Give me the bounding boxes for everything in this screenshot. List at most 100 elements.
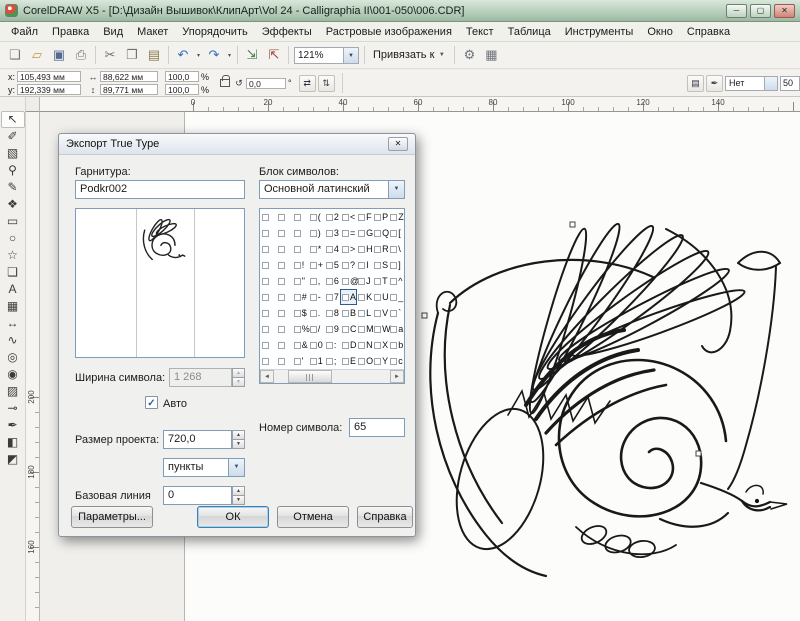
edge-clipped-field[interactable]: 50 (780, 76, 800, 91)
char-cell[interactable]: ' (292, 353, 308, 369)
zoom-tool-icon[interactable]: ⚲ (1, 162, 25, 179)
snap-to-dropdown[interactable]: Привязать к▼ (368, 47, 451, 63)
scroll-right-icon[interactable] (390, 370, 404, 383)
char-cell[interactable]: X (373, 337, 389, 353)
char-cell[interactable]: 3 (324, 225, 340, 241)
copy-icon[interactable]: ❐ (121, 45, 143, 65)
undo-icon[interactable]: ↶ (172, 45, 194, 65)
print-icon[interactable]: ⎙ (70, 45, 92, 65)
char-checkbox[interactable] (278, 358, 285, 365)
char-cell[interactable]: [ (389, 225, 404, 241)
char-cell[interactable]: ` (389, 305, 404, 321)
eyedropper-tool-icon[interactable]: ⊸ (1, 400, 25, 417)
char-cell[interactable]: \ (389, 241, 404, 257)
menu-item-10[interactable]: Инструменты (558, 23, 641, 41)
char-checkbox[interactable] (374, 342, 381, 349)
char-checkbox[interactable] (342, 278, 349, 285)
char-cell[interactable] (276, 225, 292, 241)
char-checkbox[interactable] (326, 214, 333, 221)
char-cell[interactable]: 8 (324, 305, 340, 321)
chevron-down-icon[interactable]: ▼ (344, 47, 359, 64)
minimize-icon[interactable]: ─ (726, 4, 747, 18)
char-checkbox[interactable] (294, 262, 301, 269)
menu-item-4[interactable]: Макет (130, 23, 175, 41)
horizontal-ruler[interactable]: 020406080100120140 (40, 97, 800, 112)
char-cell[interactable]: ] (389, 257, 404, 273)
menu-item-3[interactable]: Вид (96, 23, 130, 41)
char-checkbox[interactable] (310, 246, 317, 253)
char-cell[interactable] (292, 241, 308, 257)
project-size-spinner[interactable]: ▲▼ (232, 430, 245, 449)
char-checkbox[interactable] (326, 310, 333, 317)
char-checkbox[interactable] (310, 342, 317, 349)
dimension-tool-icon[interactable]: ↔ (1, 315, 25, 332)
scrollbar-track[interactable] (274, 370, 390, 383)
zoom-level-combo[interactable]: 121%▼ (294, 47, 359, 64)
char-checkbox[interactable] (358, 262, 365, 269)
char-checkbox[interactable] (294, 278, 301, 285)
char-checkbox[interactable] (278, 214, 285, 221)
char-cell[interactable]: G (357, 225, 373, 241)
rotation-angle-field[interactable]: 0,0 (246, 78, 286, 89)
project-size-field[interactable]: 720,0 (163, 430, 232, 449)
auto-checkbox[interactable] (145, 396, 158, 409)
shape-tool-icon[interactable]: ✐ (1, 128, 25, 145)
char-cell[interactable] (276, 305, 292, 321)
connector-tool-icon[interactable]: ∿ (1, 332, 25, 349)
char-checkbox[interactable] (390, 214, 397, 221)
char-checkbox[interactable] (326, 230, 333, 237)
char-checkbox[interactable] (278, 326, 285, 333)
char-cell[interactable]: ! (292, 257, 308, 273)
char-checkbox[interactable] (374, 326, 381, 333)
char-checkbox[interactable] (262, 246, 269, 253)
char-cell[interactable]: H (357, 241, 373, 257)
char-checkbox[interactable] (262, 326, 269, 333)
char-checkbox[interactable] (278, 246, 285, 253)
symbol-block-value[interactable]: Основной латинский (259, 180, 389, 199)
char-checkbox[interactable] (374, 262, 381, 269)
char-checkbox[interactable] (358, 230, 365, 237)
char-checkbox[interactable] (390, 262, 397, 269)
char-checkbox[interactable] (358, 246, 365, 253)
y-position-field[interactable]: 192,339 мм (17, 84, 81, 95)
char-checkbox[interactable] (310, 214, 317, 221)
char-checkbox[interactable] (310, 278, 317, 285)
char-cell[interactable]: : (324, 337, 340, 353)
char-checkbox[interactable] (390, 246, 397, 253)
char-cell[interactable]: " (292, 273, 308, 289)
char-checkbox[interactable] (374, 214, 381, 221)
char-cell[interactable]: 2 (324, 209, 340, 225)
cut-icon[interactable]: ✂ (99, 45, 121, 65)
char-checkbox[interactable] (310, 262, 317, 269)
basic-shapes-tool-icon[interactable]: ❑ (1, 264, 25, 281)
object-width-field[interactable]: 88,622 мм (100, 71, 158, 82)
crop-tool-icon[interactable]: ▧ (1, 145, 25, 162)
char-cell[interactable] (260, 225, 276, 241)
char-checkbox[interactable] (342, 294, 349, 301)
char-cell[interactable]: A (340, 289, 356, 305)
char-checkbox[interactable] (278, 230, 285, 237)
char-checkbox[interactable] (278, 262, 285, 269)
chevron-down-icon[interactable] (229, 458, 245, 477)
char-cell[interactable]: N (357, 337, 373, 353)
menu-item-9[interactable]: Таблица (501, 23, 558, 41)
char-cell[interactable]: 5 (324, 257, 340, 273)
char-cell[interactable] (276, 321, 292, 337)
menu-item-2[interactable]: Правка (45, 23, 96, 41)
cancel-button[interactable]: Отмена (277, 506, 349, 528)
char-cell[interactable]: ( (308, 209, 324, 225)
char-checkbox[interactable] (342, 246, 349, 253)
char-cell[interactable] (260, 289, 276, 305)
scale-y-field[interactable]: 100,0 (165, 84, 199, 95)
char-checkbox[interactable] (358, 310, 365, 317)
char-checkbox[interactable] (294, 358, 301, 365)
menu-item-7[interactable]: Растровые изображения (319, 23, 459, 41)
x-position-field[interactable]: 105,493 мм (17, 71, 81, 82)
char-checkbox[interactable] (262, 278, 269, 285)
char-cell[interactable] (276, 209, 292, 225)
char-checkbox[interactable] (374, 294, 381, 301)
char-checkbox[interactable] (294, 342, 301, 349)
char-checkbox[interactable] (294, 326, 301, 333)
mirror-vertical-icon[interactable]: ⇅ (318, 75, 335, 92)
char-cell[interactable] (276, 289, 292, 305)
